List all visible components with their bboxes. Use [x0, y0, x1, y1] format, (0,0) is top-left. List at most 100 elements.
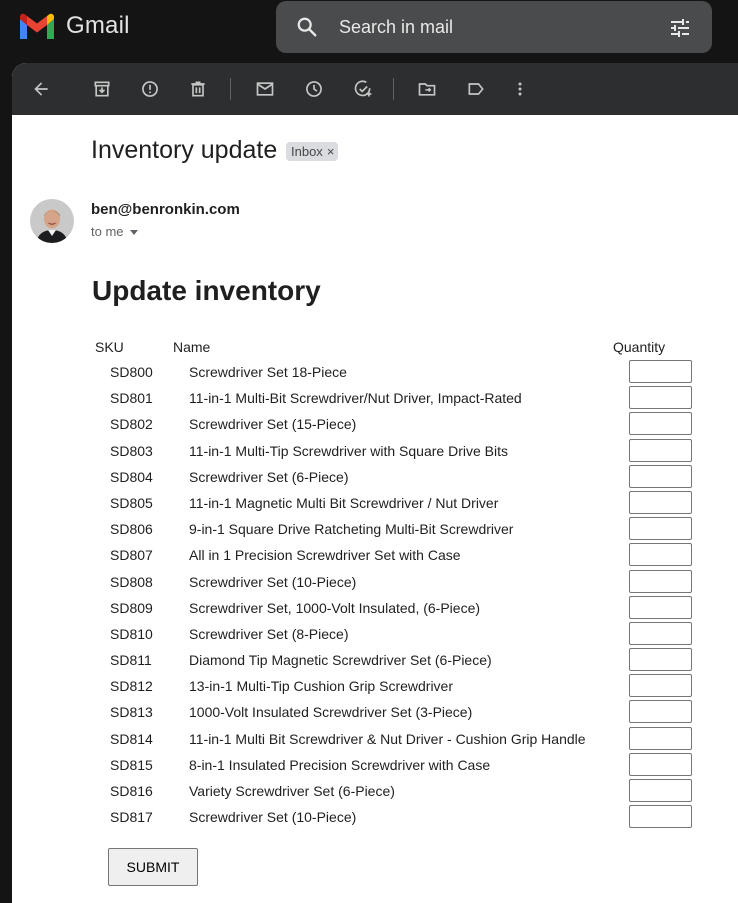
- table-row: SD807 All in 1 Precision Screwdriver Set …: [12, 542, 738, 568]
- product-name-cell: Screwdriver Set (6-Piece): [189, 468, 349, 485]
- sku-cell: SD815: [110, 756, 153, 773]
- table-row: SD801 11-in-1 Multi-Bit Screwdriver/Nut D…: [12, 385, 738, 411]
- product-name-cell: Screwdriver Set (10-Piece): [189, 573, 357, 590]
- sku-cell: SD807: [110, 547, 153, 564]
- sku-cell: SD810: [110, 625, 153, 642]
- quantity-input[interactable]: [629, 779, 692, 802]
- product-name-cell: Screwdriver Set, 1000-Volt Insulated, (6…: [189, 599, 481, 616]
- tune-icon[interactable]: [668, 16, 692, 40]
- sku-cell: SD802: [110, 416, 153, 433]
- quantity-input[interactable]: [629, 805, 692, 829]
- avatar[interactable]: [30, 199, 74, 243]
- table-row: SD813 1000-Volt Insulated Screwdriver Set…: [12, 699, 738, 725]
- table-row: SD805 11-in-1 Magnetic Multi Bit Screwdri…: [12, 490, 738, 516]
- search-icon[interactable]: [296, 16, 318, 38]
- quantity-input[interactable]: [629, 490, 692, 514]
- toolbar-divider: [393, 78, 394, 100]
- recipient-label: to me: [91, 224, 124, 239]
- product-name-cell: 13-in-1 Multi-Tip Cushion Grip Screwdriv…: [189, 678, 454, 695]
- sku-cell: SD808: [110, 573, 153, 590]
- table-row: SD800 Screwdriver Set 18-Piece: [12, 359, 738, 385]
- form-heading: Update inventory: [92, 275, 321, 306]
- move-to-icon[interactable]: [415, 77, 439, 101]
- label-chip-inbox[interactable]: Inbox ×: [286, 142, 339, 161]
- submit-button[interactable]: SUBMIT: [108, 848, 198, 886]
- product-name-cell: Diamond Tip Magnetic Screwdriver Set (6-…: [189, 652, 492, 669]
- table-row: SD811 Diamond Tip Magnetic Screwdriver Se…: [12, 647, 738, 673]
- sku-cell: SD816: [110, 783, 153, 799]
- quantity-input[interactable]: [629, 752, 692, 776]
- product-name-cell: 11-in-1 Multi-Bit Screwdriver/Nut Driver…: [189, 390, 522, 407]
- remove-label-icon[interactable]: ×: [327, 144, 335, 159]
- search-bar[interactable]: Search in mail: [276, 1, 712, 53]
- product-name-cell: 11-in-1 Magnetic Multi Bit Screwdriver /…: [189, 494, 499, 511]
- quantity-input[interactable]: [629, 595, 692, 619]
- table-row: SD809 Screwdriver Set, 1000-Volt Insulate…: [12, 595, 738, 621]
- email-subject: Inventory update: [91, 136, 278, 164]
- table-row: SD810 Screwdriver Set (8-Piece): [12, 621, 738, 647]
- snooze-icon[interactable]: [302, 77, 326, 101]
- sku-cell: SD809: [110, 599, 153, 616]
- sku-cell: SD811: [110, 652, 152, 669]
- product-name-cell: Variety Screwdriver Set (6-Piece): [189, 783, 395, 799]
- message-toolbar: [12, 63, 738, 115]
- sku-cell: SD805: [110, 494, 153, 511]
- quantity-input[interactable]: [629, 517, 692, 541]
- message-pane: Inventory update Inbox × ben@benronkin.c…: [12, 63, 738, 903]
- quantity-input[interactable]: [629, 648, 692, 672]
- product-name-cell: Screwdriver Set (8-Piece): [189, 625, 349, 642]
- delete-icon[interactable]: [186, 77, 210, 101]
- table-row: SD808 Screwdriver Set (10-Piece): [12, 569, 738, 595]
- quantity-input[interactable]: [629, 726, 692, 750]
- sku-cell: SD800: [110, 364, 153, 380]
- recipient-details[interactable]: to me: [91, 224, 138, 239]
- table-row: SD812 13-in-1 Multi-Tip Cushion Grip Scre…: [12, 673, 738, 699]
- product-name-cell: Screwdriver Set (15-Piece): [189, 416, 357, 433]
- table-row: SD814 11-in-1 Multi Bit Screwdriver & Nut…: [12, 726, 738, 752]
- add-to-tasks-icon[interactable]: [351, 77, 375, 101]
- toolbar-divider: [230, 78, 231, 100]
- inventory-table: SD800 Screwdriver Set 18-Piece SD801 11-in-…: [12, 359, 738, 830]
- sku-cell: SD814: [110, 730, 153, 747]
- search-input[interactable]: Search in mail: [339, 17, 453, 38]
- product-name-cell: 1000-Volt Insulated Screwdriver Set (3-P…: [189, 704, 473, 721]
- label-chip-text: Inbox: [291, 144, 323, 159]
- table-row: SD816 Variety Screwdriver Set (6-Piece): [12, 778, 738, 804]
- column-header-name: Name: [173, 339, 211, 355]
- product-name-cell: 11-in-1 Multi-Tip Screwdriver with Squar…: [189, 442, 508, 459]
- sku-cell: SD812: [110, 678, 153, 695]
- table-row: SD817 Screwdriver Set (10-Piece): [12, 804, 738, 830]
- product-name-cell: 11-in-1 Multi Bit Screwdriver & Nut Driv…: [189, 730, 586, 747]
- sku-cell: SD817: [110, 809, 153, 826]
- quantity-input[interactable]: [629, 386, 692, 410]
- quantity-input[interactable]: [629, 621, 692, 645]
- quantity-input[interactable]: [629, 700, 692, 724]
- quantity-input[interactable]: [629, 569, 692, 593]
- table-row: SD804 Screwdriver Set (6-Piece): [12, 464, 738, 490]
- sku-cell: SD813: [110, 704, 153, 721]
- chevron-down-icon[interactable]: [129, 229, 138, 235]
- more-vert-icon[interactable]: [508, 77, 532, 101]
- quantity-input[interactable]: [629, 412, 692, 436]
- quantity-input[interactable]: [629, 674, 692, 698]
- product-name-cell: Screwdriver Set 18-Piece: [189, 364, 347, 380]
- back-arrow-icon[interactable]: [29, 77, 53, 101]
- sku-cell: SD804: [110, 468, 153, 485]
- product-name-cell: All in 1 Precision Screwdriver Set with …: [189, 547, 461, 564]
- app-name: Gmail: [66, 12, 130, 39]
- quantity-input[interactable]: [629, 464, 692, 488]
- top-bar: Gmail Search in mail: [0, 0, 738, 56]
- sku-cell: SD803: [110, 442, 153, 459]
- table-row: SD815 8-in-1 Insulated Precision Screwdri…: [12, 752, 738, 778]
- table-row: SD803 11-in-1 Multi-Tip Screwdriver with …: [12, 438, 738, 464]
- quantity-input[interactable]: [629, 360, 692, 383]
- quantity-input[interactable]: [629, 438, 692, 462]
- gmail-logo-icon[interactable]: [18, 13, 56, 41]
- label-icon[interactable]: [464, 77, 488, 101]
- archive-icon[interactable]: [90, 77, 114, 101]
- mark-unread-icon[interactable]: [253, 77, 277, 101]
- report-spam-icon[interactable]: [138, 77, 162, 101]
- sku-cell: SD801: [110, 390, 153, 407]
- quantity-input[interactable]: [629, 543, 692, 567]
- sender-address[interactable]: ben@benronkin.com: [91, 201, 240, 218]
